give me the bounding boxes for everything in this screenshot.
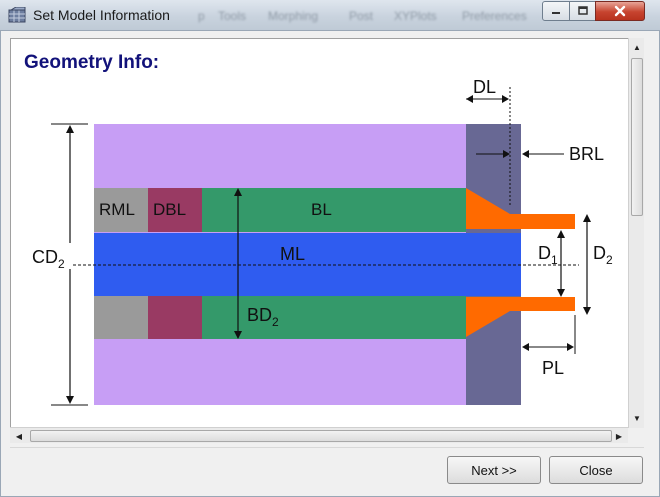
- close-button[interactable]: Close: [549, 456, 643, 484]
- title-bar[interactable]: Set Model Information p Tools Morphing P…: [0, 0, 660, 31]
- background-menu-item: XYPlots: [394, 9, 437, 23]
- horizontal-scrollbar[interactable]: ◀ ▶: [10, 427, 628, 443]
- minimize-button[interactable]: [542, 1, 570, 21]
- geometry-heading: Geometry Info:: [24, 52, 160, 73]
- dbl-label: DBL: [153, 200, 186, 219]
- vertical-scroll-thumb[interactable]: [631, 58, 643, 216]
- next-button[interactable]: Next >>: [447, 456, 541, 484]
- geometry-diagram: CD2 BD2 RML DBL BL ML DL BRL D1 D2 PL: [24, 77, 622, 427]
- rml-label: RML: [99, 200, 135, 219]
- bl-block-upper: [202, 188, 466, 232]
- geometry-panel: Geometry Info: CD2 BD2 RML DBL BL ML DL …: [10, 38, 644, 428]
- geometry-diagram-svg: CD2 BD2 RML DBL BL ML DL BRL D1 D2 PL: [32, 77, 613, 406]
- d2-label: D2: [593, 243, 613, 267]
- background-menu-item: p: [198, 9, 205, 23]
- background-menu-item: Post: [349, 9, 374, 23]
- rml-block-lower: [94, 296, 148, 339]
- maximize-icon: [577, 6, 588, 15]
- background-menu-item: Morphing: [268, 9, 319, 23]
- brl-label: BRL: [569, 144, 604, 164]
- close-window-button[interactable]: [595, 1, 645, 21]
- background-menu-item: Preferences: [462, 9, 527, 23]
- bl-block-lower: [202, 296, 466, 339]
- d1-label: D1: [538, 243, 558, 267]
- ml-label: ML: [280, 244, 305, 264]
- pl-label: PL: [542, 358, 564, 378]
- bl-label: BL: [311, 200, 332, 219]
- horizontal-scroll-thumb[interactable]: [30, 430, 612, 442]
- close-x-icon: [614, 5, 626, 17]
- maximize-button[interactable]: [569, 1, 596, 21]
- arrow-right-icon[interactable]: ▶: [611, 428, 627, 444]
- dbl-block-lower: [148, 296, 202, 339]
- minimize-icon: [552, 12, 560, 14]
- grid-app-icon: [8, 7, 26, 23]
- window-title: Set Model Information: [33, 7, 170, 23]
- footer-separator: [10, 447, 644, 448]
- vertical-scrollbar[interactable]: ▲ ▼: [628, 38, 644, 428]
- background-menu-item: Tools: [218, 9, 247, 23]
- arrow-left-icon[interactable]: ◀: [11, 428, 27, 444]
- dl-label: DL: [473, 77, 496, 97]
- arrow-up-icon[interactable]: ▲: [629, 39, 645, 55]
- arrow-down-icon[interactable]: ▼: [629, 410, 645, 426]
